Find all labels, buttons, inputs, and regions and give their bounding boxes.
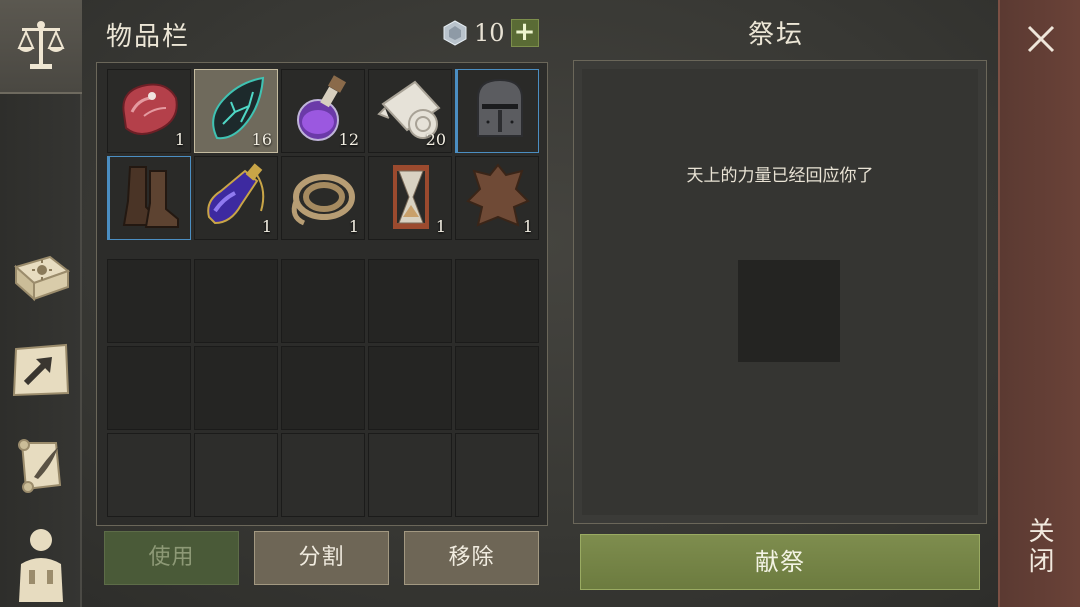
map-arrow-icon xyxy=(12,343,70,397)
inventory-slot[interactable] xyxy=(107,156,191,240)
inventory-slot[interactable]: 1 xyxy=(368,156,452,240)
tab-character[interactable] xyxy=(0,516,82,607)
split-button[interactable]: 分割 xyxy=(254,531,389,585)
currency-display: 10 + xyxy=(442,17,539,49)
inventory-slot[interactable] xyxy=(455,69,539,153)
tab-trade[interactable] xyxy=(0,0,82,94)
empty-slot[interactable] xyxy=(281,346,365,430)
empty-slot[interactable] xyxy=(281,259,365,343)
character-icon xyxy=(19,528,63,602)
inventory-grid: 1 16 12 20 1 1 1 1 xyxy=(96,62,548,526)
item-count: 16 xyxy=(251,130,272,149)
item-count: 1 xyxy=(348,217,359,236)
empty-slot[interactable] xyxy=(455,346,539,430)
locked-slot[interactable] xyxy=(455,433,539,517)
currency-value: 10 xyxy=(474,19,505,47)
scroll-quill-icon xyxy=(18,439,62,493)
empty-slot[interactable] xyxy=(194,259,278,343)
inventory-slot[interactable]: 1 xyxy=(107,69,191,153)
altar-panel: 天上的力量已经回应你了 xyxy=(573,60,987,524)
sidebar xyxy=(0,0,82,607)
altar-message: 天上的力量已经回应你了 xyxy=(686,166,874,186)
close-icon[interactable] xyxy=(1026,24,1056,54)
empty-slot[interactable] xyxy=(368,259,452,343)
altar-title: 祭坛 xyxy=(748,20,805,50)
sacrifice-button[interactable]: 献祭 xyxy=(580,534,980,590)
altar-panel-inner: 天上的力量已经回应你了 xyxy=(582,69,978,515)
inventory-slot[interactable]: 12 xyxy=(281,69,365,153)
inventory-slot[interactable]: 1 xyxy=(455,156,539,240)
use-button[interactable]: 使用 xyxy=(104,531,239,585)
sun-book-icon xyxy=(13,255,71,302)
item-count: 1 xyxy=(174,130,185,149)
inventory-slot[interactable]: 1 xyxy=(281,156,365,240)
inventory-slot-selected[interactable]: 16 xyxy=(194,69,278,153)
inventory-slot[interactable]: 20 xyxy=(368,69,452,153)
scales-icon xyxy=(17,21,65,69)
leather-boots-icon xyxy=(122,166,179,228)
item-count: 20 xyxy=(425,130,446,149)
empty-slot[interactable] xyxy=(455,259,539,343)
remove-button[interactable]: 移除 xyxy=(404,531,539,585)
locked-slot[interactable] xyxy=(281,433,365,517)
inventory-slot[interactable]: 1 xyxy=(194,156,278,240)
tab-map[interactable] xyxy=(0,330,82,410)
item-count: 12 xyxy=(338,130,359,149)
offering-slot[interactable] xyxy=(738,260,840,362)
locked-slot[interactable] xyxy=(368,433,452,517)
item-count: 1 xyxy=(261,217,272,236)
crystal-gem-icon xyxy=(443,20,467,46)
knight-helmet-icon xyxy=(477,78,523,137)
tab-journal[interactable] xyxy=(0,240,82,320)
empty-slot[interactable] xyxy=(107,259,191,343)
locked-slot[interactable] xyxy=(107,433,191,517)
empty-slot[interactable] xyxy=(107,346,191,430)
locked-slot[interactable] xyxy=(194,433,278,517)
item-count: 1 xyxy=(522,217,533,236)
tab-quests[interactable] xyxy=(0,424,82,508)
item-count: 1 xyxy=(435,217,446,236)
close-label: 关闭 xyxy=(1024,517,1054,577)
close-bar[interactable]: 关闭 xyxy=(998,0,1080,607)
inventory-title: 物品栏 xyxy=(106,22,191,52)
empty-slot[interactable] xyxy=(368,346,452,430)
add-currency-button[interactable]: + xyxy=(510,19,539,47)
empty-slot[interactable] xyxy=(194,346,278,430)
